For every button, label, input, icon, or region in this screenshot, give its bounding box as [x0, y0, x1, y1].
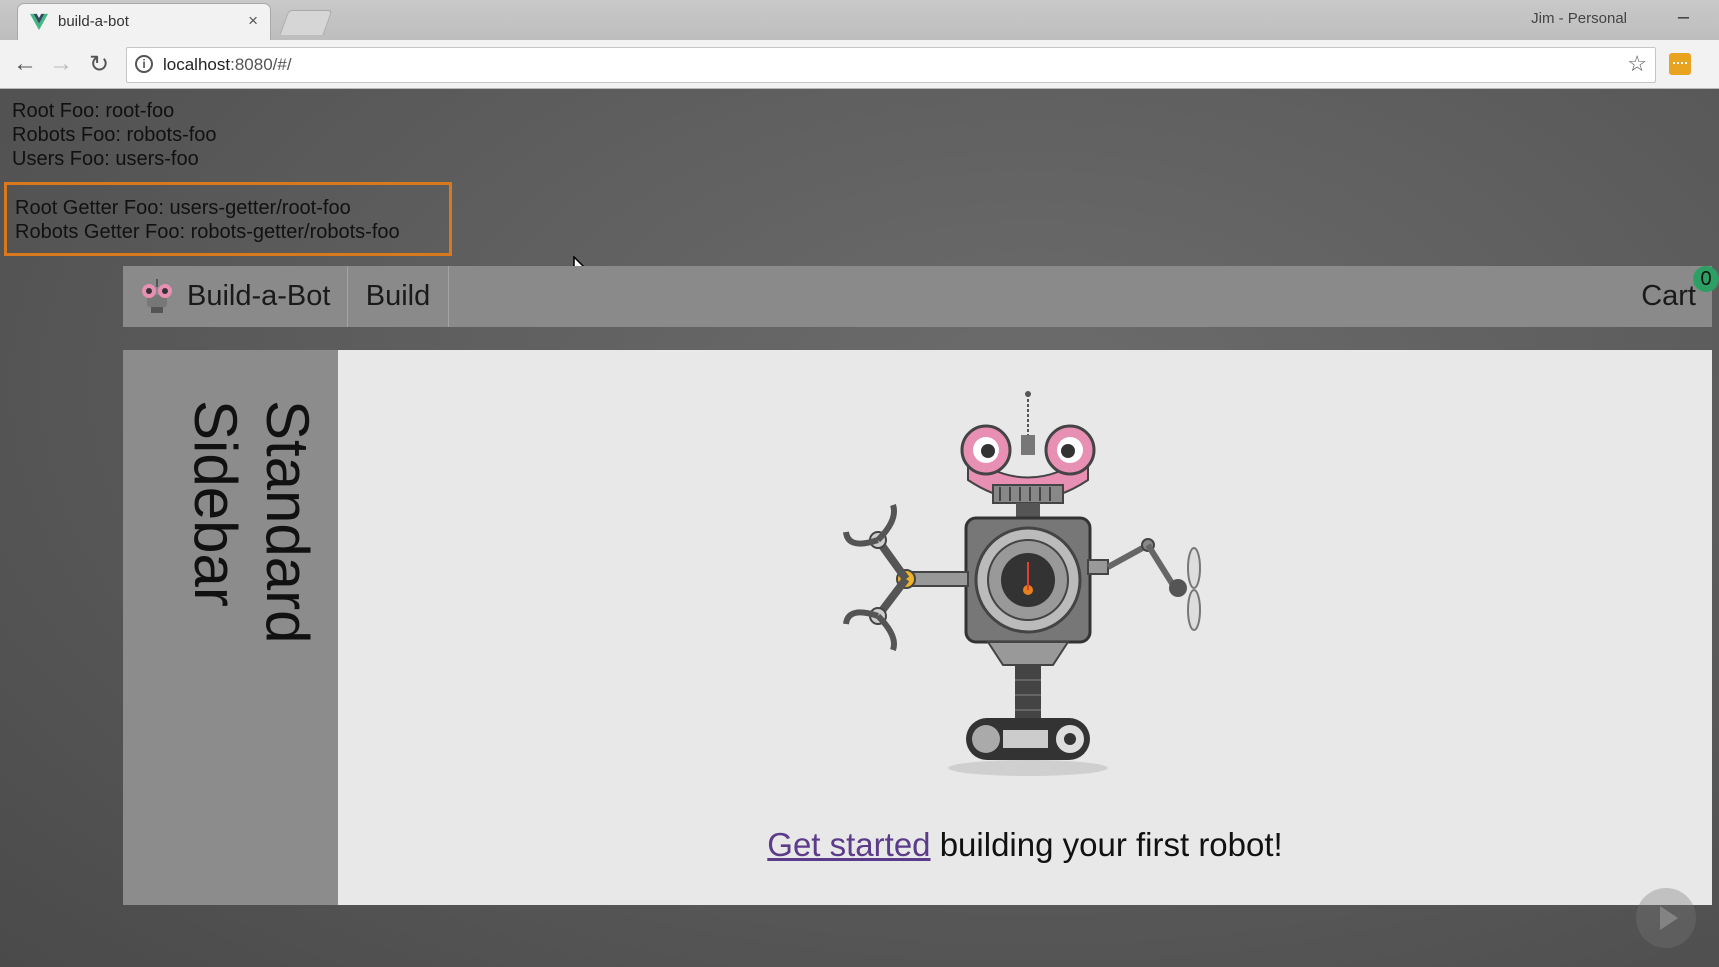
robots-foo-text: Robots Foo: robots-foo	[12, 124, 217, 146]
vue-logo-icon	[30, 13, 48, 31]
robots-getter-foo-text: Robots Getter Foo: robots-getter/robots-…	[15, 221, 400, 243]
cart-link-label: Cart	[1641, 280, 1696, 312]
new-tab-button[interactable]	[279, 10, 333, 35]
reload-icon[interactable]: ↻	[84, 49, 114, 79]
url-path: :8080/#/	[230, 55, 292, 74]
minimize-button[interactable]: –	[1678, 6, 1689, 29]
cart-link[interactable]: Cart	[1641, 266, 1696, 327]
forward-arrow-icon[interactable]: →	[46, 49, 76, 79]
main-panel: Get started building your first robot!	[338, 350, 1712, 905]
tab-title: build-a-bot	[58, 13, 129, 30]
tagline: Get started building your first robot!	[338, 826, 1712, 864]
info-icon[interactable]: i	[135, 55, 153, 73]
tab-close-icon[interactable]: ×	[248, 11, 258, 31]
root-foo-text: Root Foo: root-foo	[12, 100, 175, 122]
getter-highlight-box: Root Getter Foo: users-getter/root-foo R…	[4, 182, 452, 256]
address-bar[interactable]: i localhost:8080/#/ ☆	[126, 47, 1656, 83]
sidebar: Standard Sidebar	[123, 350, 338, 905]
home-link-label: Build-a-Bot	[187, 280, 331, 312]
extension-icon[interactable]	[1669, 53, 1691, 75]
app-header: Build-a-Bot Build Cart	[123, 266, 1712, 327]
build-link-label: Build	[365, 280, 431, 312]
back-arrow-icon[interactable]: ←	[10, 49, 40, 79]
robot-illustration	[843, 391, 1201, 776]
tagline-text: building your first robot!	[930, 826, 1283, 863]
video-play-overlay-icon[interactable]	[1636, 888, 1696, 948]
root-getter-foo-text: Root Getter Foo: users-getter/root-foo	[15, 197, 351, 219]
users-foo-text: Users Foo: users-foo	[12, 148, 199, 170]
profile-name[interactable]: Jim - Personal	[1531, 10, 1627, 27]
sidebar-title: Standard Sidebar	[182, 400, 321, 644]
robot-logo-icon	[142, 278, 172, 313]
browser-toolbar: ← → ↻ i localhost:8080/#/ ☆	[0, 40, 1719, 89]
build-link[interactable]: Build	[348, 266, 449, 327]
browser-tabstrip: build-a-bot × Jim - Personal –	[0, 0, 1719, 40]
url-text[interactable]: localhost:8080/#/	[163, 55, 292, 75]
bookmark-star-icon[interactable]: ☆	[1627, 51, 1647, 77]
home-link[interactable]: Build-a-Bot	[137, 266, 348, 327]
url-host: localhost	[163, 55, 231, 74]
cart-count-badge: 0	[1693, 266, 1719, 292]
get-started-link[interactable]: Get started	[767, 826, 930, 863]
browser-tab[interactable]: build-a-bot ×	[18, 4, 270, 40]
